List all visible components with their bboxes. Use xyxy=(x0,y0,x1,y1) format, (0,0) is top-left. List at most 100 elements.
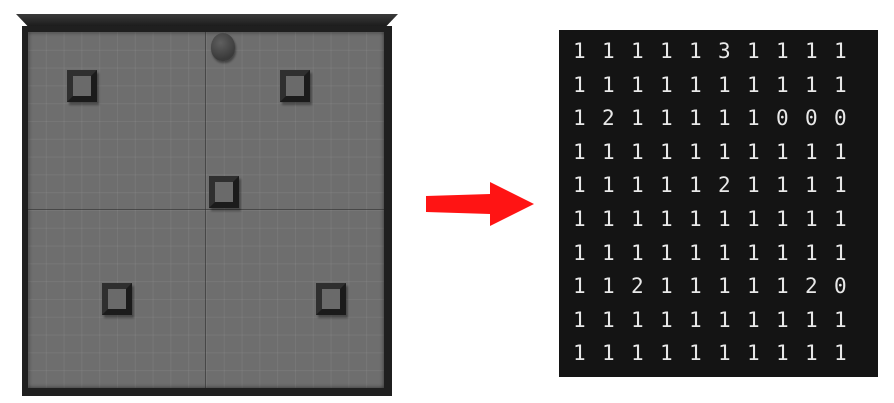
board-frame xyxy=(22,26,392,396)
grid-cell: 1 xyxy=(602,139,615,164)
obstacle-block xyxy=(102,283,133,316)
grid-cell: 1 xyxy=(631,240,644,265)
grid-cell: 1 xyxy=(805,341,818,366)
grid-cell: 1 xyxy=(689,39,702,63)
grid-cell: 1 xyxy=(602,72,615,97)
grid-cell: 1 xyxy=(602,240,615,265)
grid-cell: 1 xyxy=(689,106,702,131)
grid-cell: 2 xyxy=(718,173,731,198)
obstacle-block xyxy=(315,283,346,316)
grid-cell: 1 xyxy=(718,72,731,97)
grid-row: 1111111111 xyxy=(573,204,873,234)
grid-cell: 1 xyxy=(573,106,586,131)
grid-cell: 1 xyxy=(805,72,818,97)
grid-cell: 1 xyxy=(660,39,673,63)
grid-cell: 1 xyxy=(689,240,702,265)
grid-cell: 1 xyxy=(631,307,644,332)
grid-row: 1111111111 xyxy=(573,305,873,335)
grid-cell: 1 xyxy=(573,139,586,164)
grid-cell: 1 xyxy=(660,240,673,265)
grid-cell: 1 xyxy=(805,39,818,63)
grid-cell: 1 xyxy=(718,240,731,265)
grid-cell: 1 xyxy=(834,341,847,366)
grid-cell: 1 xyxy=(718,106,731,131)
grid-cell: 1 xyxy=(689,307,702,332)
grid-cell: 1 xyxy=(573,307,586,332)
grid-row: 1111111111 xyxy=(573,137,873,167)
grid-cell: 1 xyxy=(631,39,644,63)
grid-cell: 1 xyxy=(747,173,760,198)
grid-cell: 1 xyxy=(660,341,673,366)
obstacle-block xyxy=(66,69,97,102)
grid-cell: 1 xyxy=(776,240,789,265)
vertical-center-line xyxy=(205,32,206,388)
grid-cell: 1 xyxy=(602,173,615,198)
grid-row: 1111111111 xyxy=(573,338,873,368)
grid-cell: 1 xyxy=(776,139,789,164)
grid-cell: 1 xyxy=(776,72,789,97)
grid-cell: 1 xyxy=(776,341,789,366)
grid-cell: 1 xyxy=(776,207,789,231)
grid-cell: 0 xyxy=(805,106,818,131)
grid-cell: 1 xyxy=(573,341,586,366)
grid-cell: 1 xyxy=(834,207,847,231)
grid-cell: 1 xyxy=(660,173,673,198)
grid-cell: 1 xyxy=(602,307,615,332)
grid-cell: 1 xyxy=(689,341,702,366)
grid-cell: 1 xyxy=(631,173,644,198)
grid-cell: 1 xyxy=(747,72,760,97)
grid-cell: 1 xyxy=(573,39,586,63)
grid-row: 1211111000 xyxy=(573,103,873,133)
obstacle-block xyxy=(209,176,239,209)
board-surface xyxy=(28,32,384,388)
grid-cell: 1 xyxy=(631,106,644,131)
grid-cell: 1 xyxy=(834,72,847,97)
grid-cell: 1 xyxy=(747,307,760,332)
grid-cell: 1 xyxy=(573,207,586,231)
grid-cell: 0 xyxy=(834,274,847,299)
grid-row: 1111121111 xyxy=(573,170,873,200)
grid-cell: 1 xyxy=(747,341,760,366)
grid-cell: 1 xyxy=(689,274,702,299)
grid-cell: 1 xyxy=(805,240,818,265)
grid-matrix: 1111131111111111111112111110001111111111… xyxy=(559,30,878,377)
grid-cell: 1 xyxy=(834,139,847,164)
grid-cell: 1 xyxy=(631,139,644,164)
grid-cell: 1 xyxy=(776,274,789,299)
grid-cell: 1 xyxy=(805,207,818,231)
grid-cell: 3 xyxy=(718,39,731,63)
grid-cell: 1 xyxy=(718,139,731,164)
grid-cell: 1 xyxy=(776,307,789,332)
grid-cell: 1 xyxy=(660,274,673,299)
grid-cell: 1 xyxy=(602,39,615,63)
grid-cell: 0 xyxy=(834,106,847,131)
grid-cell: 1 xyxy=(776,39,789,63)
arrow-shape xyxy=(426,182,534,226)
grid-cell: 1 xyxy=(834,39,847,63)
grid-cell: 1 xyxy=(834,240,847,265)
grid-cell: 1 xyxy=(689,139,702,164)
grid-cell: 1 xyxy=(747,207,760,231)
grid-cell: 1 xyxy=(689,207,702,231)
grid-cell: 1 xyxy=(602,274,615,299)
grid-cell: 1 xyxy=(747,240,760,265)
obstacle-block xyxy=(280,69,311,102)
grid-row: 1111111111 xyxy=(573,238,873,268)
grid-cell: 1 xyxy=(660,106,673,131)
grid-cell: 1 xyxy=(805,307,818,332)
grid-cell: 2 xyxy=(805,274,818,299)
grid-cell: 1 xyxy=(718,207,731,231)
grid-cell: 1 xyxy=(747,39,760,63)
grid-cell: 1 xyxy=(660,307,673,332)
grid-cell: 2 xyxy=(602,106,615,131)
grid-cell: 1 xyxy=(660,72,673,97)
grid-cell: 1 xyxy=(602,341,615,366)
grid-cell: 1 xyxy=(718,341,731,366)
agent-marker xyxy=(211,33,235,61)
grid-cell: 1 xyxy=(805,139,818,164)
grid-cell: 1 xyxy=(631,341,644,366)
grid-cell: 1 xyxy=(718,307,731,332)
right-arrow-icon xyxy=(426,182,534,226)
grid-cell: 1 xyxy=(834,173,847,198)
grid-row: 1111131111 xyxy=(573,36,873,66)
